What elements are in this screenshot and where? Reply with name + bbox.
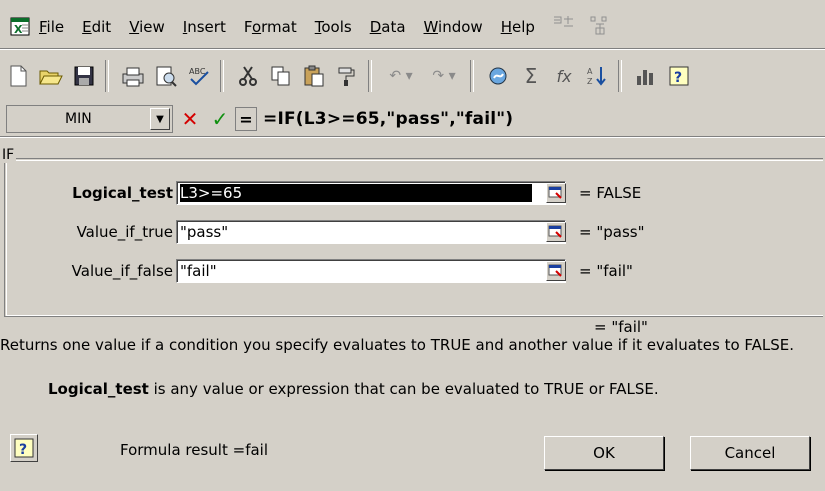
svg-text:?: ? [19, 442, 27, 458]
cancel-formula-button[interactable]: ✕ [177, 106, 203, 132]
edit-formula-button[interactable]: = [235, 107, 257, 131]
arg-row-value-if-false: Value_if_false "fail" = "fail" [0, 259, 825, 285]
svg-text:?: ? [674, 70, 682, 86]
open-icon[interactable] [36, 61, 66, 91]
svg-text:ABC: ABC [189, 67, 206, 76]
arg-result: = "fail" [579, 262, 633, 280]
menu-help[interactable]: Help [500, 18, 536, 36]
menu-tools[interactable]: Tools [314, 18, 353, 36]
redo-icon[interactable]: ↷ ▾ [424, 61, 464, 91]
arg-result: = FALSE [579, 184, 642, 202]
ime-mode-icon[interactable] [552, 14, 576, 40]
menu-edit[interactable]: Edit [81, 18, 112, 36]
toolbar-separator [105, 60, 109, 92]
menu-bar: X File Edit View Insert Format Tools Dat… [0, 6, 825, 49]
menu-file[interactable]: File [38, 18, 65, 36]
svg-text:A: A [587, 67, 593, 76]
toolbar-separator [368, 60, 372, 92]
autosum-icon[interactable]: Σ [516, 61, 546, 91]
toolbar-separator [220, 60, 224, 92]
function-icon[interactable]: fx [549, 61, 579, 91]
enter-formula-button[interactable]: ✓ [207, 106, 233, 132]
function-name: IF [0, 147, 17, 163]
function-arguments-dialog: IF Logical_test L3>=65 = FALSE Value_if_… [0, 137, 825, 491]
menu-view[interactable]: View [128, 18, 166, 36]
hyperlink-icon[interactable] [483, 61, 513, 91]
toolbar-separator [470, 60, 474, 92]
save-icon[interactable] [69, 61, 99, 91]
overall-result: = "fail" [594, 318, 648, 336]
new-icon[interactable] [3, 61, 33, 91]
arg-row-value-if-true: Value_if_true "pass" = "pass" [0, 220, 825, 246]
collapse-dialog-icon[interactable] [546, 261, 566, 281]
standard-toolbar: ABC ↶ ▾ ↷ ▾ Σ fx AZ ? [0, 49, 825, 103]
argument-description: Logical_test is any value or expression … [48, 380, 659, 398]
toolbar-separator [618, 60, 622, 92]
cancel-button[interactable]: Cancel [690, 436, 810, 470]
arg-label: Logical_test [72, 184, 173, 202]
svg-text:X: X [14, 23, 23, 36]
cut-icon[interactable] [233, 61, 263, 91]
chevron-down-icon[interactable]: ▼ [150, 108, 170, 130]
print-preview-icon[interactable] [151, 61, 181, 91]
chart-wizard-icon[interactable] [631, 61, 661, 91]
arg-label: Value_if_true [76, 223, 173, 241]
formula-bar: MIN ▼ ✕ ✓ = =IF(L3>=65,"pass","fail") [0, 102, 825, 137]
name-box[interactable]: MIN ▼ [6, 105, 173, 133]
menu-insert[interactable]: Insert [182, 18, 227, 36]
help-icon[interactable]: ? [664, 61, 694, 91]
arg-result: = "pass" [579, 223, 645, 241]
name-box-value: MIN [65, 111, 92, 127]
menu-data[interactable]: Data [369, 18, 407, 36]
paste-icon[interactable] [299, 61, 329, 91]
ime-char-icon[interactable] [588, 14, 612, 40]
collapse-dialog-icon[interactable] [546, 222, 566, 242]
menu-window[interactable]: Window [423, 18, 484, 36]
help-button[interactable]: ? [10, 434, 38, 462]
print-icon[interactable] [118, 61, 148, 91]
value-if-true-input[interactable]: "pass" [176, 220, 566, 244]
undo-icon[interactable]: ↶ ▾ [381, 61, 421, 91]
excel-document-icon[interactable]: X [10, 17, 32, 37]
logical-test-input[interactable]: L3>=65 [176, 181, 566, 205]
formula-result: Formula result =fail [120, 441, 269, 459]
copy-icon[interactable] [266, 61, 296, 91]
sort-ascending-icon[interactable]: AZ [582, 61, 612, 91]
arg-row-logical-test: Logical_test L3>=65 = FALSE [0, 181, 825, 207]
value-if-false-input[interactable]: "fail" [176, 259, 566, 283]
spelling-icon[interactable]: ABC [184, 61, 214, 91]
function-description: Returns one value if a condition you spe… [0, 336, 795, 354]
collapse-dialog-icon[interactable] [546, 183, 566, 203]
menu-format[interactable]: Format [243, 18, 298, 36]
svg-text:Z: Z [587, 77, 593, 86]
formula-input[interactable]: =IF(L3>=65,"pass","fail") [263, 109, 513, 129]
format-painter-icon[interactable] [332, 61, 362, 91]
ok-button[interactable]: OK [544, 436, 664, 470]
arg-label: Value_if_false [71, 262, 173, 280]
